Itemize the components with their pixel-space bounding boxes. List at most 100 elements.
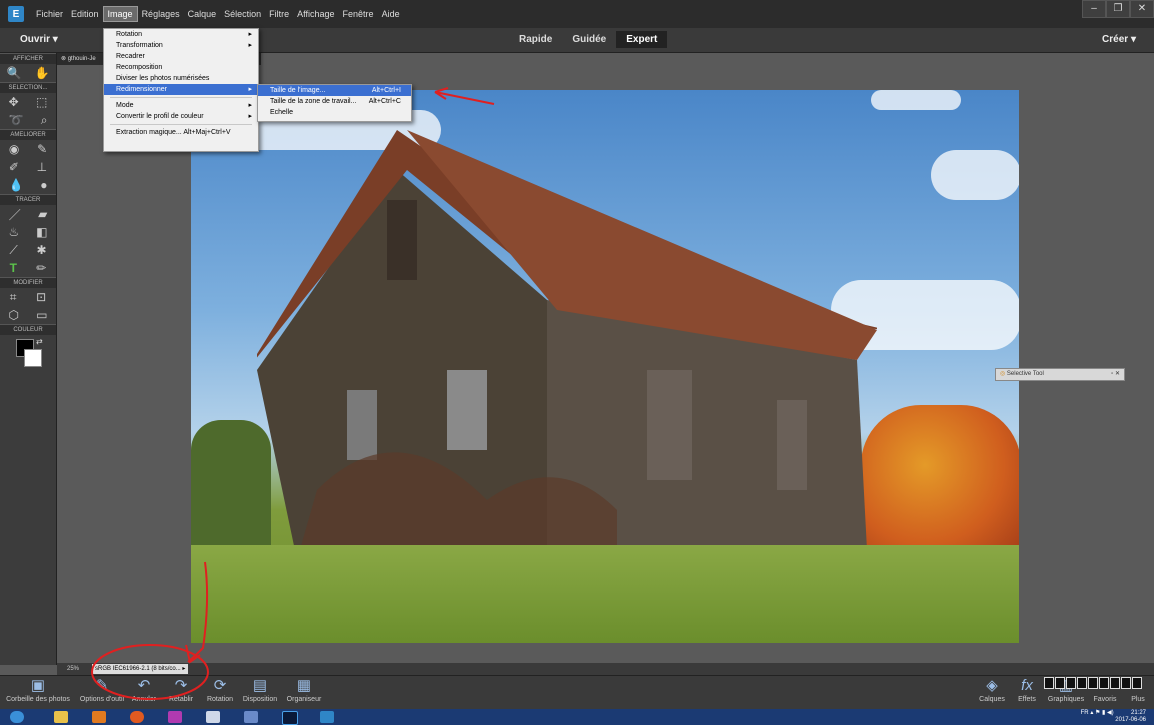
custom-shape-icon[interactable]: ✱ bbox=[37, 243, 47, 257]
menu-item-diviser[interactable]: Diviser les photos numérisées bbox=[104, 73, 258, 84]
create-label: Créer bbox=[1102, 34, 1129, 45]
background-color-swatch[interactable] bbox=[24, 349, 42, 367]
media-player-icon[interactable] bbox=[92, 711, 106, 723]
paint-bucket-icon[interactable]: ♨ bbox=[8, 225, 19, 239]
photo-bin-button[interactable]: ▣ Corbeille des photos bbox=[0, 676, 76, 703]
menu-edition[interactable]: Edition bbox=[67, 7, 103, 21]
blur-icon[interactable]: 💧 bbox=[8, 178, 23, 192]
menu-reglages[interactable]: Réglages bbox=[138, 7, 184, 21]
language-indicator[interactable]: FR bbox=[1081, 710, 1089, 716]
undo-button[interactable]: ↶ Annuler bbox=[126, 676, 162, 703]
redo-button[interactable]: ↷ Rétablir bbox=[162, 676, 200, 703]
document-title: gthouin-Je bbox=[67, 56, 96, 62]
swatch-cell bbox=[1099, 677, 1109, 689]
rotate-button[interactable]: ⟳ Rotation bbox=[200, 676, 240, 703]
menu-calque[interactable]: Calque bbox=[184, 7, 221, 21]
recompose-icon[interactable]: ⊡ bbox=[36, 290, 46, 304]
favorites-label: Favoris bbox=[1093, 696, 1117, 703]
menu-item-taille-zone[interactable]: Taille de la zone de travail... Alt+Ctrl+… bbox=[258, 96, 411, 107]
status-bar: 25% sRGB IEC61966-2.1 (8 bits/co... ▸ bbox=[57, 663, 1154, 675]
hand-icon[interactable]: ✋ bbox=[35, 66, 50, 80]
move-icon[interactable]: ✥ bbox=[9, 95, 19, 109]
rotate-label: Rotation bbox=[206, 696, 234, 703]
marquee-icon[interactable]: ⬚ bbox=[36, 95, 47, 109]
menu-item-convertir[interactable]: Convertir le profil de couleur ▸ bbox=[104, 111, 258, 122]
stamp-icon[interactable]: ⊥ bbox=[37, 160, 47, 174]
file-explorer-icon[interactable] bbox=[54, 711, 68, 723]
menu-affichage[interactable]: Affichage bbox=[293, 7, 338, 21]
layers-button[interactable]: ◈ Calques bbox=[975, 676, 1009, 703]
zoom-icon[interactable]: 🔍 bbox=[7, 66, 22, 80]
color-profile-status[interactable]: sRGB IEC61966-2.1 (8 bits/co... ▸ bbox=[92, 664, 189, 674]
restore-icon[interactable]: ❐ bbox=[1106, 0, 1130, 18]
selective-tool-panel[interactable]: ◎ Selective Tool ▫ ✕ bbox=[995, 368, 1125, 381]
image-canvas[interactable] bbox=[191, 90, 1019, 643]
close-icon[interactable]: ✕ bbox=[1130, 0, 1154, 18]
mode-tabs: Rapide Guidée Expert bbox=[509, 31, 668, 48]
gradient-icon[interactable]: ◧ bbox=[36, 225, 47, 239]
pencil-icon[interactable]: ✏ bbox=[36, 261, 46, 275]
menu-item-recomposition[interactable]: Recomposition bbox=[104, 62, 258, 73]
eyedropper-icon[interactable]: ⟋ bbox=[9, 243, 17, 258]
sponge-icon[interactable]: ● bbox=[40, 178, 47, 192]
tool-options-button[interactable]: ✎ Options d'outil bbox=[76, 676, 128, 703]
photo-bin-icon: ▣ bbox=[30, 677, 46, 694]
menu-item-echelle[interactable]: Echelle bbox=[258, 107, 411, 118]
crop-icon[interactable]: ⌗ bbox=[10, 290, 17, 305]
organizer-button[interactable]: ▦ Organiseur bbox=[282, 676, 326, 703]
straighten-icon[interactable]: ▭ bbox=[36, 308, 47, 322]
menu-item-mode[interactable]: Mode ▸ bbox=[104, 100, 258, 111]
create-button[interactable]: Créer ▾ bbox=[1102, 34, 1136, 45]
close-icon[interactable]: ▫ ✕ bbox=[1111, 369, 1120, 380]
menu-fichier[interactable]: Fichier bbox=[32, 7, 67, 21]
submenu-arrow-icon: ▸ bbox=[248, 42, 252, 49]
elements-icon[interactable] bbox=[320, 711, 334, 723]
layout-icon: ▤ bbox=[252, 677, 268, 694]
rotate-icon: ⟳ bbox=[213, 677, 227, 694]
tab-expert[interactable]: Expert bbox=[616, 31, 668, 48]
resize-submenu: Taille de l'image... Alt+Ctrl+I Taille de… bbox=[257, 84, 412, 122]
firefox-icon[interactable] bbox=[130, 711, 144, 723]
smart-brush-icon[interactable]: ✐ bbox=[9, 160, 19, 174]
close-icon[interactable]: ⊗ bbox=[61, 56, 66, 62]
tab-rapide[interactable]: Rapide bbox=[509, 31, 562, 48]
swap-colors-icon[interactable]: ⇄ bbox=[36, 337, 43, 346]
lasso-icon[interactable]: ➰ bbox=[9, 113, 24, 127]
open-button[interactable]: Ouvrir ▾ bbox=[20, 34, 58, 45]
menu-item-transformation[interactable]: Transformation ▸ bbox=[104, 40, 258, 51]
tab-guidee[interactable]: Guidée bbox=[562, 31, 616, 48]
photoshop-icon[interactable] bbox=[282, 711, 298, 725]
app-window-icon[interactable] bbox=[244, 711, 258, 723]
healing-brush-icon[interactable]: ✎ bbox=[37, 142, 47, 156]
menu-selection[interactable]: Sélection bbox=[220, 7, 265, 21]
menu-item-recadrer[interactable]: Recadrer bbox=[104, 51, 258, 62]
menu-item-redimensionner[interactable]: Redimensionner ▸ bbox=[104, 84, 258, 95]
menu-item-label: Diviser les photos numérisées bbox=[116, 75, 210, 82]
menu-item-taille-image[interactable]: Taille de l'image... Alt+Ctrl+I bbox=[258, 85, 411, 96]
picasa-icon[interactable] bbox=[168, 711, 182, 723]
swatch-cell bbox=[1055, 677, 1065, 689]
red-eye-icon[interactable]: ◉ bbox=[9, 142, 19, 156]
swatch-cell bbox=[1110, 677, 1120, 689]
type-icon[interactable]: T bbox=[10, 261, 17, 275]
windows-taskbar: FR ▴ ⚑ ▮ ◀) 21:27 2017-06-06 bbox=[0, 709, 1154, 725]
chevron-right-icon: ▸ bbox=[182, 666, 186, 672]
start-icon[interactable] bbox=[10, 711, 24, 723]
submenu-arrow-icon: ▸ bbox=[248, 102, 252, 109]
menu-fenetre[interactable]: Fenêtre bbox=[339, 7, 378, 21]
menu-item-rotation[interactable]: Rotation ▸ bbox=[104, 29, 258, 40]
quick-selection-icon[interactable]: ⌕ bbox=[41, 113, 48, 128]
effects-button[interactable]: fx Effets bbox=[1012, 676, 1042, 703]
brush-icon[interactable]: ／ bbox=[9, 206, 21, 223]
minimize-icon[interactable]: – bbox=[1082, 0, 1106, 18]
content-aware-icon[interactable]: ⬡ bbox=[9, 308, 19, 322]
eraser-icon[interactable]: ▰ bbox=[38, 207, 47, 221]
layout-button[interactable]: ▤ Disposition bbox=[238, 676, 282, 703]
menu-image[interactable]: Image bbox=[102, 6, 138, 22]
menu-aide[interactable]: Aide bbox=[378, 7, 404, 21]
undo-label: Annuler bbox=[131, 696, 157, 703]
menu-item-extraction[interactable]: Extraction magique... Alt+Maj+Ctrl+V bbox=[104, 127, 258, 138]
app-icon[interactable]: E bbox=[8, 6, 24, 22]
menu-filtre[interactable]: Filtre bbox=[265, 7, 293, 21]
notepad-icon[interactable] bbox=[206, 711, 220, 723]
